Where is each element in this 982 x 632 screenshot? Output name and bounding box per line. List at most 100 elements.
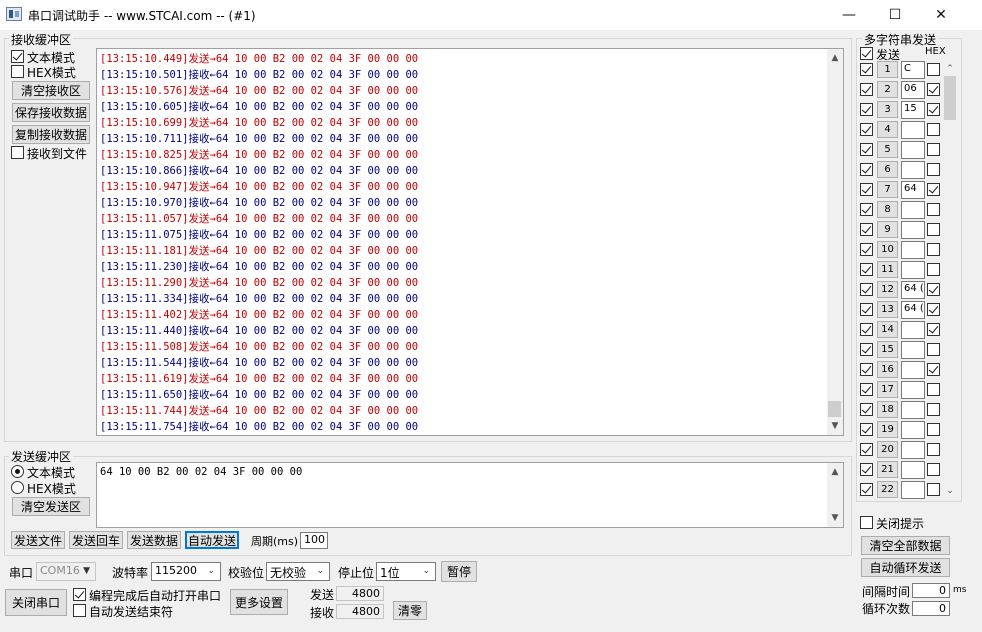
auto-end-char-checkbox[interactable]	[73, 604, 86, 617]
row-text-input[interactable]: 64 (	[901, 301, 925, 319]
row-hex-checkbox[interactable]	[927, 263, 940, 276]
scroll-up-arrow-icon[interactable]: ▲	[827, 51, 843, 65]
row-send-button[interactable]: 18	[877, 401, 898, 418]
recv-text-mode-checkbox[interactable]	[11, 50, 24, 63]
row-send-checkbox[interactable]	[860, 83, 873, 96]
row-send-button[interactable]: 1	[877, 61, 898, 78]
row-send-button[interactable]: 21	[877, 461, 898, 478]
row-send-checkbox[interactable]	[860, 483, 873, 496]
row-text-input[interactable]	[901, 221, 925, 239]
row-hex-checkbox[interactable]	[927, 123, 940, 136]
row-send-checkbox[interactable]	[860, 343, 873, 356]
row-send-button[interactable]: 20	[877, 441, 898, 458]
row-text-input[interactable]: C	[901, 61, 925, 79]
send-file-button[interactable]: 发送文件	[11, 531, 65, 549]
save-receive-button[interactable]: 保存接收数据	[12, 103, 90, 122]
scroll-down-arrow-icon[interactable]: ▼	[827, 419, 843, 433]
row-send-button[interactable]: 4	[877, 121, 898, 138]
row-send-button[interactable]: 11	[877, 261, 898, 278]
row-text-input[interactable]: 06	[901, 81, 925, 99]
row-text-input[interactable]	[901, 121, 925, 139]
row-hex-checkbox[interactable]	[927, 403, 940, 416]
row-hex-checkbox[interactable]	[927, 283, 940, 296]
receive-log-area[interactable]: [13:15:10.449]发送→64 10 00 B2 00 02 04 3F…	[96, 48, 844, 436]
row-text-input[interactable]	[901, 441, 925, 459]
row-send-checkbox[interactable]	[860, 203, 873, 216]
scroll-thumb[interactable]	[828, 401, 841, 417]
row-hex-checkbox[interactable]	[927, 163, 940, 176]
row-send-button[interactable]: 10	[877, 241, 898, 258]
send-data-button[interactable]: 发送数据	[127, 531, 181, 549]
row-send-button[interactable]: 15	[877, 341, 898, 358]
pause-button[interactable]: 暂停	[441, 561, 477, 582]
row-text-input[interactable]	[901, 161, 925, 179]
row-hex-checkbox[interactable]	[927, 63, 940, 76]
more-settings-button[interactable]: 更多设置	[230, 589, 288, 615]
send-cr-button[interactable]: 发送回车	[69, 531, 123, 549]
row-send-button[interactable]: 12	[877, 281, 898, 298]
row-hex-checkbox[interactable]	[927, 243, 940, 256]
row-text-input[interactable]: 15	[901, 101, 925, 119]
receive-scrollbar[interactable]: ▲ ▼	[827, 49, 843, 435]
row-send-button[interactable]: 13	[877, 301, 898, 318]
copy-receive-button[interactable]: 复制接收数据	[12, 125, 90, 144]
port-select[interactable]: COM16 ▼	[36, 562, 96, 581]
send-input-area[interactable]: 64 10 00 B2 00 02 04 3F 00 00 00 ▲ ▼	[96, 462, 844, 528]
auto-send-button[interactable]: 自动发送	[185, 531, 239, 549]
clear-send-button[interactable]: 清空发送区	[12, 497, 90, 516]
row-hex-checkbox[interactable]	[927, 223, 940, 236]
row-send-button[interactable]: 14	[877, 321, 898, 338]
row-send-checkbox[interactable]	[860, 103, 873, 116]
row-send-checkbox[interactable]	[860, 363, 873, 376]
row-send-checkbox[interactable]	[860, 243, 873, 256]
row-text-input[interactable]	[901, 361, 925, 379]
clear-receive-button[interactable]: 清空接收区	[12, 81, 90, 100]
multi-scroll-up-icon[interactable]: ⌃	[942, 62, 958, 76]
row-hex-checkbox[interactable]	[927, 303, 940, 316]
row-hex-checkbox[interactable]	[927, 183, 940, 196]
row-send-checkbox[interactable]	[860, 383, 873, 396]
row-hex-checkbox[interactable]	[927, 83, 940, 96]
row-send-button[interactable]: 6	[877, 161, 898, 178]
row-send-button[interactable]: 17	[877, 381, 898, 398]
row-text-input[interactable]	[901, 341, 925, 359]
send-scroll-down-icon[interactable]: ▼	[827, 511, 843, 525]
row-send-checkbox[interactable]	[860, 463, 873, 476]
row-text-input[interactable]	[901, 481, 925, 499]
clear-all-data-button[interactable]: 清空全部数据	[861, 536, 950, 555]
close-port-button[interactable]: 关闭串口	[5, 589, 67, 616]
row-hex-checkbox[interactable]	[927, 383, 940, 396]
row-send-button[interactable]: 3	[877, 101, 898, 118]
row-send-button[interactable]: 8	[877, 201, 898, 218]
multi-send-scrollbar[interactable]: ⌃ ⌄	[943, 62, 957, 498]
close-window-button[interactable]: ✕	[918, 0, 964, 30]
row-send-button[interactable]: 5	[877, 141, 898, 158]
close-tip-checkbox[interactable]	[860, 516, 873, 529]
row-text-input[interactable]: 64	[901, 181, 925, 199]
row-hex-checkbox[interactable]	[927, 463, 940, 476]
row-text-input[interactable]	[901, 321, 925, 339]
auto-open-port-checkbox[interactable]	[73, 588, 86, 601]
row-send-checkbox[interactable]	[860, 423, 873, 436]
row-text-input[interactable]	[901, 261, 925, 279]
row-send-checkbox[interactable]	[860, 323, 873, 336]
row-text-input[interactable]	[901, 401, 925, 419]
row-send-checkbox[interactable]	[860, 263, 873, 276]
recv-hex-mode-checkbox[interactable]	[11, 65, 24, 78]
multi-scroll-down-icon[interactable]: ⌄	[942, 484, 958, 498]
row-hex-checkbox[interactable]	[927, 143, 940, 156]
row-text-input[interactable]	[901, 201, 925, 219]
row-text-input[interactable]	[901, 241, 925, 259]
recv-to-file-checkbox[interactable]	[11, 146, 24, 159]
row-send-button[interactable]: 16	[877, 361, 898, 378]
row-send-checkbox[interactable]	[860, 123, 873, 136]
row-hex-checkbox[interactable]	[927, 323, 940, 336]
row-hex-checkbox[interactable]	[927, 203, 940, 216]
row-text-input[interactable]	[901, 381, 925, 399]
row-send-checkbox[interactable]	[860, 143, 873, 156]
minimize-button[interactable]: —	[826, 0, 872, 30]
parity-select[interactable]: 无校验 ⌄	[266, 562, 330, 581]
stop-select[interactable]: 1位 ⌄	[376, 562, 436, 581]
send-scrollbar[interactable]: ▲ ▼	[827, 463, 843, 527]
row-send-checkbox[interactable]	[860, 283, 873, 296]
